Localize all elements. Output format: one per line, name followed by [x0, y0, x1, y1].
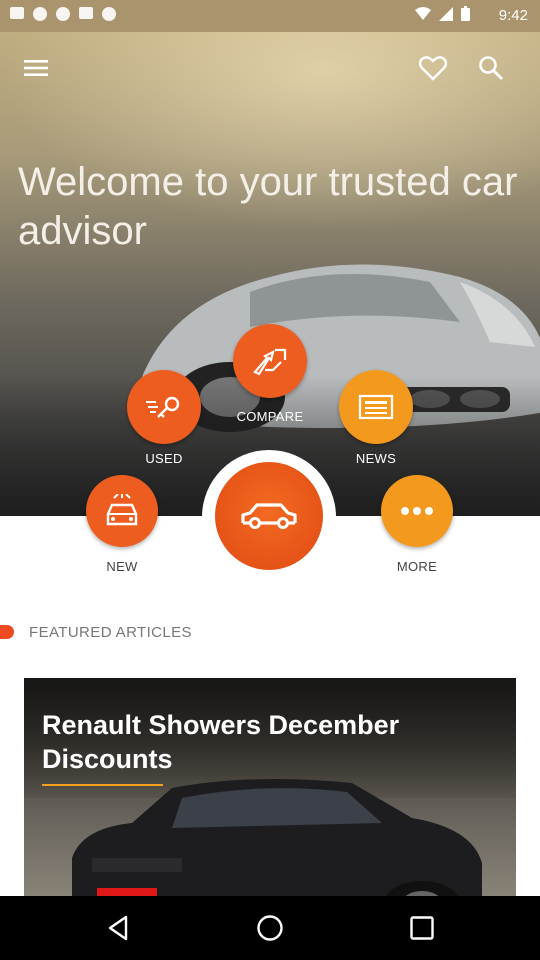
news-button[interactable]: [339, 370, 413, 444]
key-icon: [146, 396, 180, 418]
featured-marker: [0, 625, 14, 639]
article-card[interactable]: Renault Showers December Discounts: [24, 678, 516, 898]
download-icon: [79, 7, 93, 19]
article-title: Renault Showers December Discounts: [42, 710, 400, 774]
system-icons: [415, 6, 470, 21]
navigation-bar: [0, 896, 540, 960]
car-icon: [106, 494, 138, 526]
favorites-button[interactable]: [417, 52, 449, 84]
signal-icon: [439, 6, 453, 21]
featured-articles-header: FEATURED ARTICLES: [0, 622, 192, 642]
notification-icon: [10, 7, 24, 19]
battery-icon: [461, 6, 470, 21]
compare-button[interactable]: [233, 324, 307, 398]
sync-icon: [56, 7, 70, 21]
menu-button[interactable]: [20, 52, 52, 84]
back-button[interactable]: [102, 912, 134, 944]
record-icon: [102, 7, 116, 21]
status-bar: 9:42: [0, 0, 540, 32]
article-image: [72, 779, 482, 898]
app-notification-icon: [33, 7, 47, 21]
recents-button[interactable]: [406, 912, 438, 944]
featured-heading: FEATURED ARTICLES: [29, 623, 192, 641]
heart-icon: [419, 56, 447, 81]
notification-icons: [10, 7, 116, 21]
menu-icon: [24, 60, 48, 76]
used-label: USED: [145, 451, 183, 466]
title-underline: [42, 784, 163, 786]
news-label: NEWS: [355, 451, 397, 466]
recents-icon: [410, 916, 434, 940]
more-button[interactable]: [381, 475, 453, 547]
new-button[interactable]: [86, 475, 158, 547]
wifi-icon: [415, 6, 431, 20]
welcome-heading: Welcome to your trusted car advisor: [18, 160, 518, 253]
back-icon: [108, 915, 128, 941]
search-button[interactable]: [475, 52, 507, 84]
more-label: MORE: [396, 559, 438, 574]
more-dots-icon: [401, 507, 433, 515]
home-button[interactable]: [254, 912, 286, 944]
home-icon: [257, 915, 283, 941]
newspaper-icon: [358, 394, 394, 420]
used-button[interactable]: [127, 370, 201, 444]
new-label: NEW: [106, 559, 138, 574]
compare-icon: [253, 348, 287, 376]
hero-banner: [0, 32, 540, 516]
search-icon: [479, 56, 503, 80]
car-finder-button[interactable]: [215, 462, 323, 570]
compare-label: COMPARE: [236, 409, 304, 424]
status-time: 9:42: [498, 7, 528, 24]
car-front-icon: [241, 503, 297, 529]
